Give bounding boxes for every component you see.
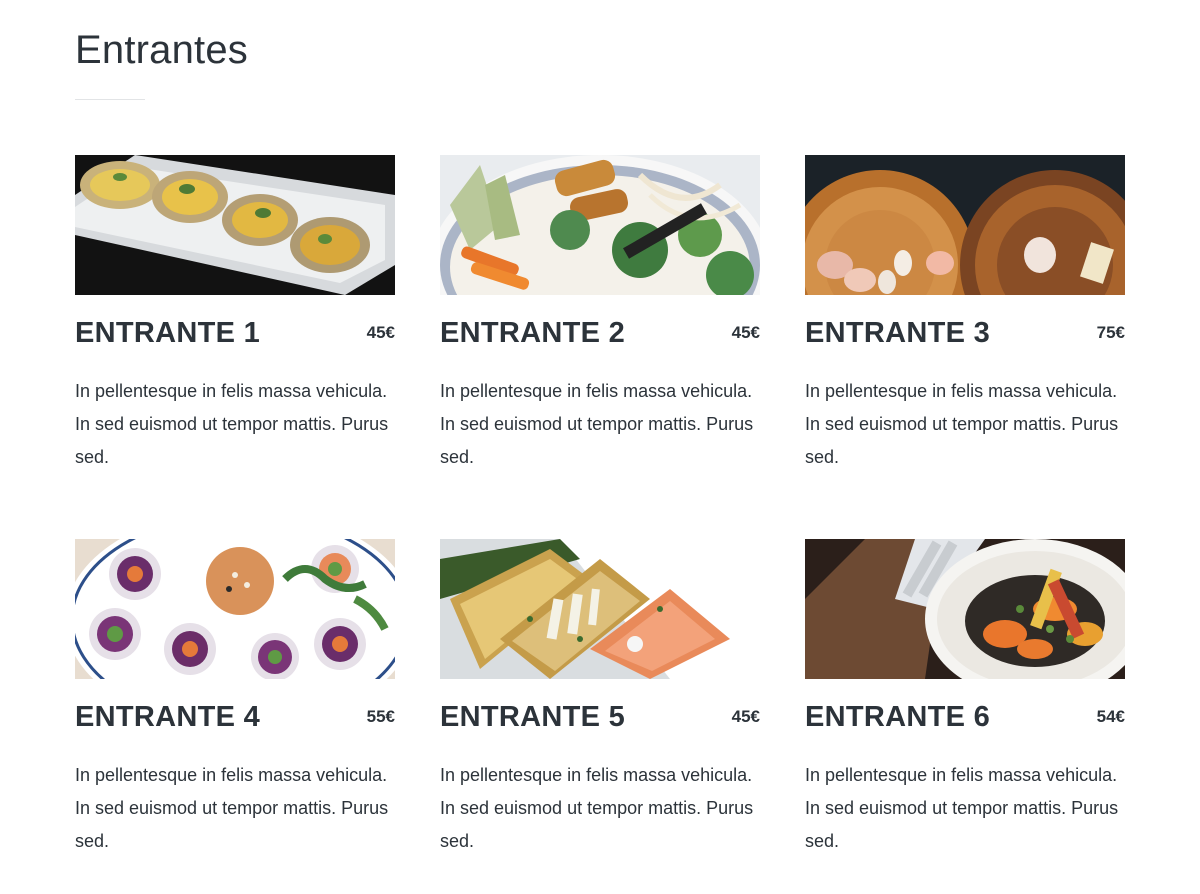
item-price: 54€: [1096, 707, 1125, 726]
item-price: 45€: [731, 707, 760, 726]
item-title: ENTRANTE 3: [805, 317, 991, 349]
menu-item-card: ENTRANTE 2 45€ In pellentesque in felis …: [440, 155, 760, 474]
food-photo-oysters: [75, 155, 395, 295]
item-title: ENTRANTE 6: [805, 701, 991, 733]
item-description: In pellentesque in felis massa vehicula.…: [440, 381, 754, 467]
item-title: ENTRANTE 1: [75, 317, 261, 349]
food-photo-spring-rolls-bowl: [440, 155, 760, 295]
menu-item-card: ENTRANTE 5 45€ In pellentesque in felis …: [440, 539, 760, 858]
item-description: In pellentesque in felis massa vehicula.…: [805, 765, 1119, 851]
item-title: ENTRANTE 4: [75, 701, 261, 733]
item-description: In pellentesque in felis massa vehicula.…: [75, 381, 389, 467]
item-price: 45€: [731, 323, 760, 342]
title-divider: [75, 99, 145, 100]
menu-item-card: ENTRANTE 3 75€ In pellentesque in felis …: [805, 155, 1125, 474]
item-price: 75€: [1096, 323, 1125, 342]
menu-item-card: ENTRANTE 1 45€ In pellentesque in felis …: [75, 155, 395, 474]
food-photo-rice-paper-rolls: [75, 539, 395, 679]
item-title: ENTRANTE 2: [440, 317, 626, 349]
item-price: 55€: [366, 707, 395, 726]
food-photo-toast-salmon: [440, 539, 760, 679]
menu-item-card: ENTRANTE 4 55€ In pellentesque in felis …: [75, 539, 395, 858]
item-description: In pellentesque in felis massa vehicula.…: [75, 765, 389, 851]
item-description: In pellentesque in felis massa vehicula.…: [440, 765, 754, 851]
food-photo-wooden-boards: [805, 155, 1125, 295]
item-title: ENTRANTE 5: [440, 701, 626, 733]
section-title: Entrantes: [75, 28, 249, 72]
menu-item-card: ENTRANTE 6 54€ In pellentesque in felis …: [805, 539, 1125, 858]
food-photo-roasted-vegetables: [805, 539, 1125, 679]
item-description: In pellentesque in felis massa vehicula.…: [805, 381, 1119, 467]
item-price: 45€: [366, 323, 395, 342]
